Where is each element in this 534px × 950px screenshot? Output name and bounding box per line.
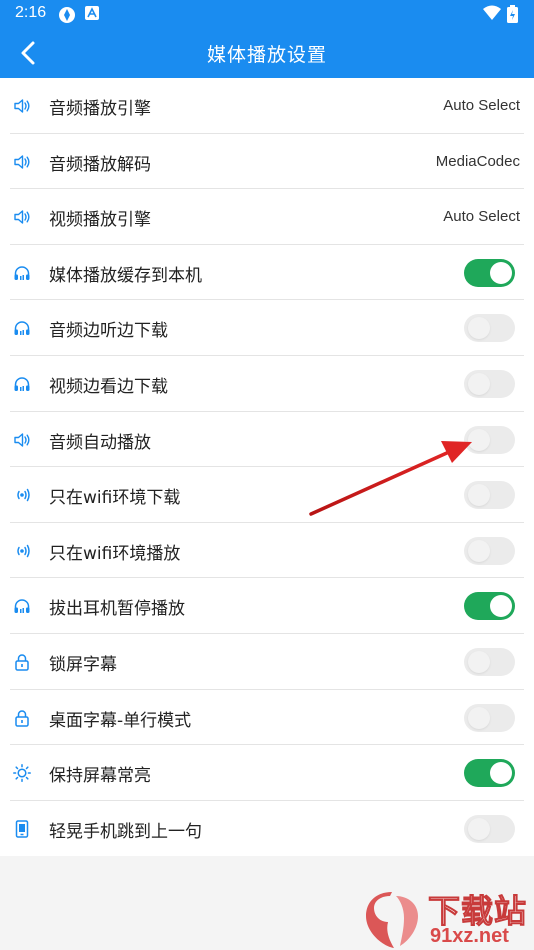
app-bar: 2:16 媒体播放设置 — [0, 0, 534, 78]
toggle-knob — [490, 762, 512, 785]
settings-row[interactable]: 媒体播放缓存到本机 — [0, 245, 534, 301]
setting-toggle-switch[interactable] — [464, 814, 515, 843]
wifi-icon — [483, 5, 501, 20]
sun-icon — [13, 764, 31, 783]
setting-label: 视频播放引擎 — [49, 210, 151, 231]
settings-row[interactable]: 只在wifi环境下载 — [0, 467, 534, 523]
settings-row[interactable]: 保持屏幕常亮 — [0, 745, 534, 801]
settings-row[interactable]: 音频播放引擎 Auto Select — [0, 78, 534, 134]
text-notification-icon — [85, 6, 99, 20]
lock-icon — [13, 709, 31, 727]
setting-label: 只在wifi环境播放 — [49, 543, 181, 564]
setting-toggle-switch[interactable] — [464, 647, 515, 676]
toggle-knob — [468, 372, 490, 395]
setting-toggle-switch[interactable] — [464, 759, 515, 788]
speaker-icon — [13, 431, 31, 449]
wifi-signal-icon — [13, 542, 31, 560]
setting-toggle-switch[interactable] — [464, 314, 515, 343]
setting-label: 保持屏幕常亮 — [49, 766, 151, 787]
toggle-knob — [468, 706, 490, 729]
settings-list: 音频播放引擎 Auto Select 音频播放解码 MediaCodec 视频播放引擎 A… — [0, 78, 534, 857]
phone-icon — [13, 819, 31, 838]
toggle-knob — [490, 595, 512, 618]
headphones-icon — [13, 319, 31, 337]
setting-label: 桌面字幕-单行模式 — [49, 710, 192, 731]
setting-toggle-switch[interactable] — [464, 536, 515, 565]
setting-label: 媒体播放缓存到本机 — [49, 265, 202, 286]
toggle-knob — [468, 484, 490, 507]
setting-toggle-switch[interactable] — [464, 258, 515, 287]
speaker-icon — [13, 153, 31, 171]
setting-value[interactable]: MediaCodec — [436, 153, 520, 170]
setting-label: 音频自动播放 — [49, 432, 151, 453]
toggle-knob — [468, 650, 490, 673]
headphones-icon — [13, 597, 31, 615]
setting-toggle-switch[interactable] — [464, 425, 515, 454]
lock-icon — [13, 653, 31, 671]
setting-label: 音频播放引擎 — [49, 99, 151, 119]
settings-row[interactable]: 只在wifi环境播放 — [0, 523, 534, 579]
toggle-knob — [468, 317, 490, 340]
setting-label: 轻晃手机跳到上一句 — [49, 821, 202, 842]
settings-row[interactable]: 锁屏字幕 — [0, 634, 534, 690]
setting-toggle-switch[interactable] — [464, 481, 515, 510]
settings-row[interactable]: 轻晃手机跳到上一句 — [0, 801, 534, 857]
status-bar: 2:16 — [0, 0, 534, 28]
speaker-icon — [13, 208, 31, 226]
setting-label: 拔出耳机暂停播放 — [49, 599, 185, 620]
setting-label: 音频边听边下载 — [49, 321, 168, 342]
toggle-knob — [468, 428, 490, 451]
page-title: 媒体播放设置 — [206, 44, 327, 66]
setting-toggle-switch[interactable] — [464, 369, 515, 398]
toggle-knob — [468, 539, 490, 562]
settings-row[interactable]: 桌面字幕-单行模式 — [0, 690, 534, 746]
battery-icon — [507, 5, 518, 23]
title-bar: 媒体播放设置 — [0, 28, 534, 78]
setting-value[interactable]: Auto Select — [443, 97, 520, 114]
status-time: 2:16 — [15, 4, 47, 21]
settings-row[interactable]: 音频自动播放 — [0, 412, 534, 468]
setting-label: 视频边看边下载 — [49, 376, 168, 397]
headphones-icon — [13, 375, 31, 393]
toggle-knob — [490, 261, 512, 284]
settings-row[interactable]: 视频边看边下载 — [0, 356, 534, 412]
setting-label: 只在wifi环境下载 — [49, 488, 181, 509]
speaker-icon — [13, 97, 31, 115]
settings-row[interactable]: 拔出耳机暂停播放 — [0, 578, 534, 634]
settings-row[interactable]: 音频播放解码 MediaCodec — [0, 134, 534, 190]
watermark: 下载站 91xz.net — [362, 884, 534, 950]
settings-row[interactable]: 音频边听边下载 — [0, 300, 534, 356]
watermark-logo-icon — [366, 892, 418, 948]
setting-toggle-switch[interactable] — [464, 703, 515, 732]
wifi-signal-icon — [13, 486, 31, 504]
watermark-domain: 91xz.net — [430, 925, 509, 947]
toggle-knob — [468, 817, 490, 840]
setting-toggle-switch[interactable] — [464, 592, 515, 621]
setting-label: 音频播放解码 — [49, 154, 151, 175]
settings-row[interactable]: 视频播放引擎 Auto Select — [0, 189, 534, 245]
setting-label: 锁屏字幕 — [49, 654, 117, 675]
app-notification-icon — [59, 7, 75, 23]
setting-value[interactable]: Auto Select — [443, 208, 520, 225]
headphones-icon — [13, 264, 31, 282]
